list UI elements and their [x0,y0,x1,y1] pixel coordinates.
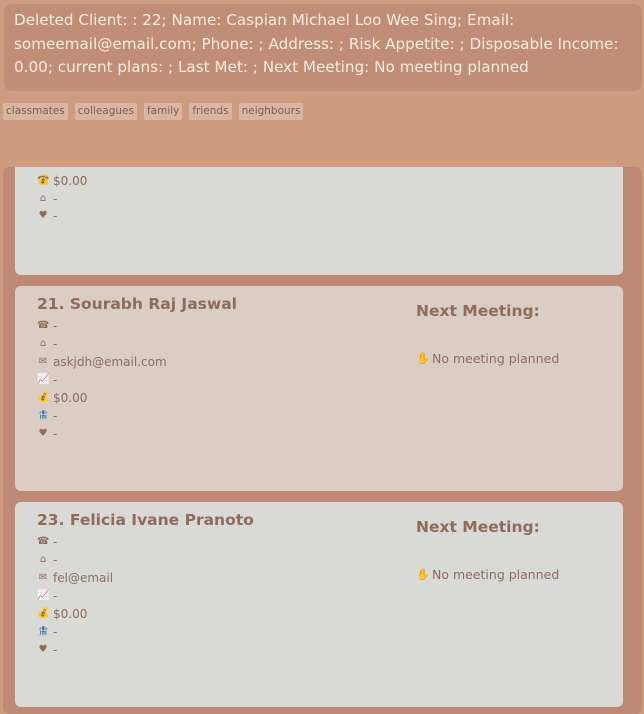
tag-neighbours[interactable]: neighbours [238,103,304,120]
result-message: Deleted Client: : 22; Name: Caspian Mich… [14,11,619,76]
tag-friends[interactable]: friends [189,103,232,120]
money-bag-icon: 💰 [37,392,50,403]
phone-row: ☎ - [37,319,58,333]
plans-icon: ⌂ [39,193,47,204]
address-row: ⌂ - [37,553,58,567]
command-result-box: Deleted Client: : 22; Name: Caspian Mich… [4,4,642,91]
plans-row: 🏦 - [37,409,58,423]
risk-row: 📈 - [37,373,58,387]
income-row: 💰 $0.00 [37,607,88,621]
phone-icon: ☎ [37,320,50,331]
heart-icon: ♥ [38,210,48,221]
email-row: ✉ fel@email [38,571,114,585]
address-row: ⌂ - [37,337,58,351]
income-row: 💰 $0.00 [37,391,88,405]
email-icon: ✉ [38,356,48,367]
hand-icon: ✋ [416,568,430,581]
money-bag-icon: 💰 [37,608,50,619]
tag-bar: classmates colleagues family friends nei… [3,103,310,120]
income-row: 💰 $0.00 [37,174,88,188]
client-name: 23. Felicia Ivane Pranoto [37,511,254,529]
phone-icon: ☎ [37,536,50,547]
heart-icon: ♥ [38,428,48,439]
client-list[interactable]: ☎ 💰 $0.00 ⌂ - ♥ - 21. Sourabh Raj Jaswal… [3,167,642,714]
next-meeting-label: Next Meeting: [416,302,540,320]
plans-row: 🏦 - [37,625,58,639]
next-meeting-value: ✋ No meeting planned [416,567,560,582]
heart-icon: ♥ [38,644,48,655]
tag-colleagues[interactable]: colleagues [74,103,137,120]
plans-icon: 🏦 [37,626,50,637]
email-icon: ✉ [38,572,48,583]
last-met-row: ♥ - [38,643,58,657]
next-meeting-label: Next Meeting: [416,518,540,536]
hand-icon: ✋ [416,352,430,365]
client-card-partial[interactable]: ☎ 💰 $0.00 ⌂ - ♥ - [15,167,623,275]
risk-row: 📈 - [37,589,58,603]
home-icon: ⌂ [39,554,47,565]
plans-row: ⌂ - [37,192,58,206]
money-bag-icon: 💰 [37,175,50,186]
tag-classmates[interactable]: classmates [3,103,68,120]
chart-icon: 📈 [37,590,50,601]
email-row: ✉ askjdh@email.com [38,355,167,369]
client-card-23[interactable]: 23. Felicia Ivane Pranoto ☎ - ⌂ - ✉ fel@ema… [15,502,623,707]
client-card-21[interactable]: 21. Sourabh Raj Jaswal ☎ - ⌂ - ✉ askjdh@ema… [15,286,623,491]
home-icon: ⌂ [39,338,47,349]
tag-family[interactable]: family [143,103,183,120]
last-met-row: ♥ - [38,427,58,441]
phone-row: ☎ - [37,535,58,549]
chart-icon: 📈 [37,374,50,385]
last-met-row: ♥ - [38,209,58,223]
plans-icon: 🏦 [37,410,50,421]
client-name: 21. Sourabh Raj Jaswal [37,295,237,313]
next-meeting-value: ✋ No meeting planned [416,351,560,366]
